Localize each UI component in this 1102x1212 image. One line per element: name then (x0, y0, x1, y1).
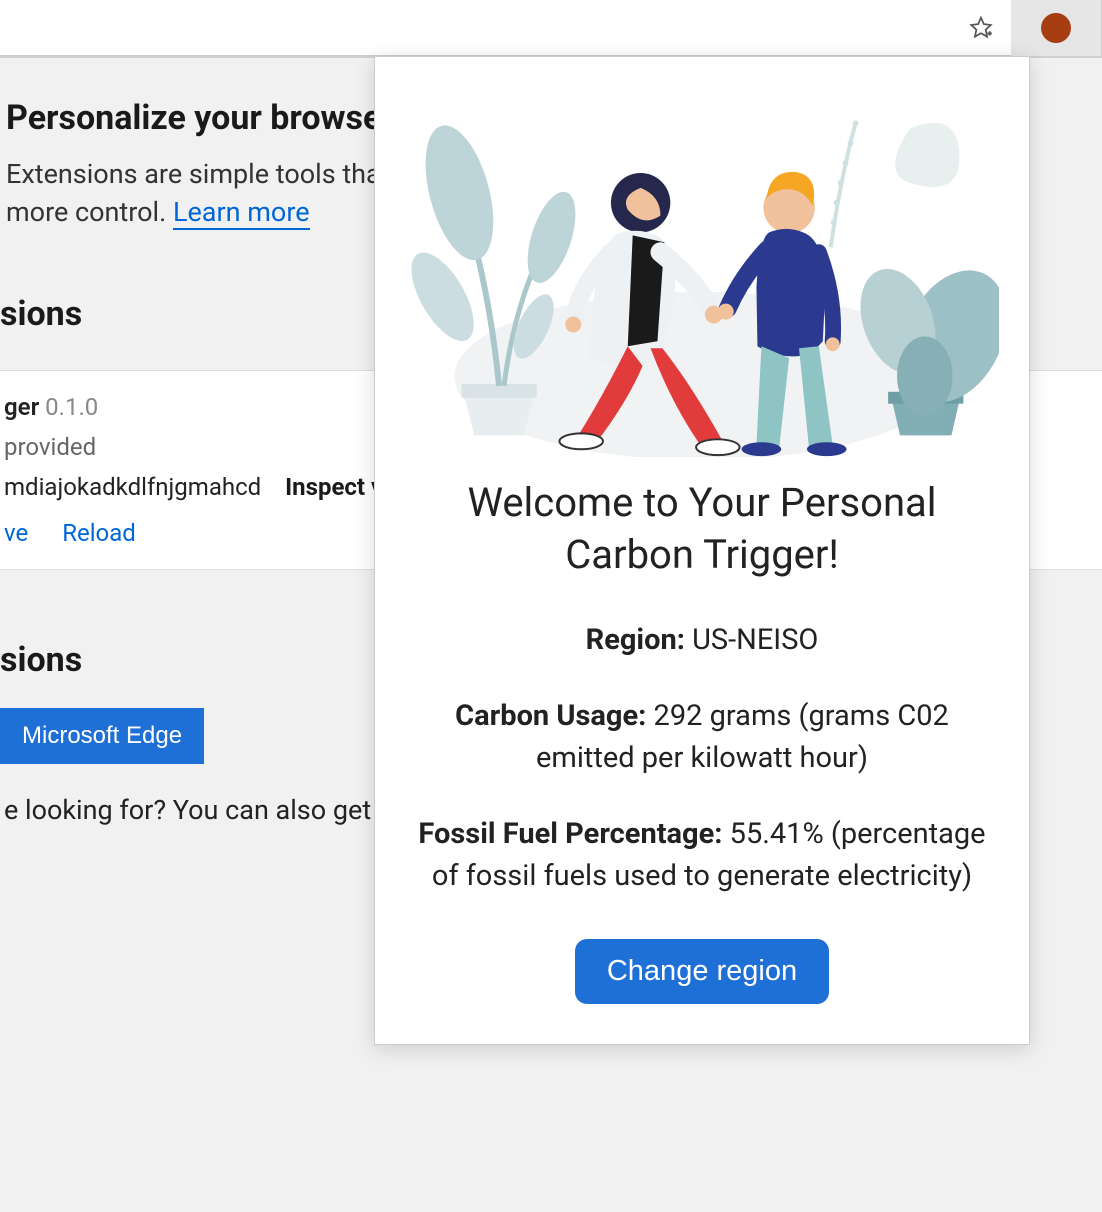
extension-popup: Welcome to Your Personal Carbon Trigger!… (374, 56, 1030, 1045)
extension-name: ger (4, 393, 39, 421)
region-value: US-NEISO (692, 623, 818, 657)
intro-text-line2: more control. (6, 196, 173, 228)
carbon-usage-row: Carbon Usage: 292 grams (grams C02 emitt… (405, 695, 999, 779)
extension-id: mdiajokadkdlfnjgmahcd (4, 473, 261, 501)
store-button[interactable]: Microsoft Edge (0, 708, 204, 764)
fossil-fuel-row: Fossil Fuel Percentage: 55.41% (percenta… (405, 813, 999, 897)
remove-link[interactable]: ve (4, 519, 28, 547)
bookmark-star-icon[interactable] (967, 14, 995, 42)
fossil-fuel-label: Fossil Fuel Percentage: (418, 817, 722, 851)
profile-avatar-icon (1041, 13, 1071, 43)
popup-title: Welcome to Your Personal Carbon Trigger! (405, 477, 999, 581)
change-region-button[interactable]: Change region (575, 939, 829, 1004)
welcome-illustration (405, 87, 999, 467)
region-label: Region: (586, 623, 685, 657)
browser-toolbar (0, 0, 1102, 56)
reload-link[interactable]: Reload (62, 519, 136, 547)
region-row: Region: US-NEISO (405, 619, 999, 661)
extension-version: 0.1.0 (45, 393, 98, 421)
learn-more-link[interactable]: Learn more (173, 196, 310, 230)
profile-button[interactable] (1011, 0, 1101, 56)
intro-text-line1: Extensions are simple tools tha (6, 158, 381, 190)
address-bar[interactable] (0, 0, 967, 55)
carbon-usage-label: Carbon Usage: (455, 699, 646, 733)
